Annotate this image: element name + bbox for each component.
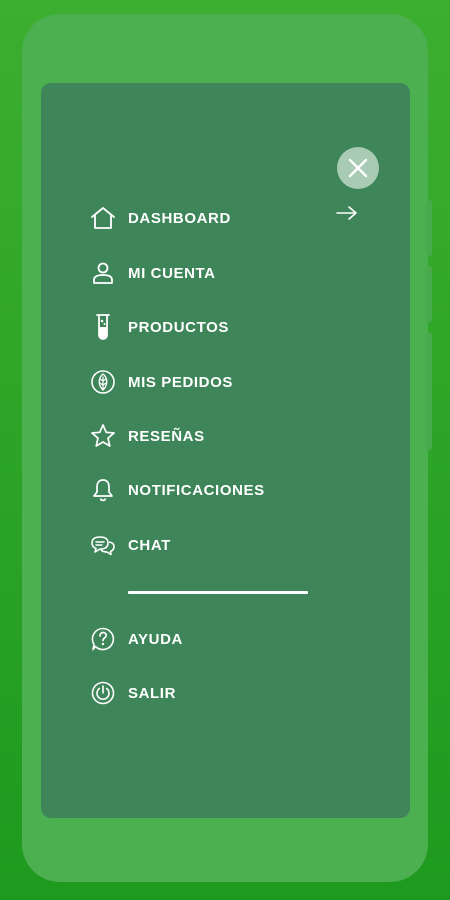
power-icon (89, 679, 117, 707)
user-icon (89, 259, 117, 287)
menu-item-label: CHAT (128, 536, 171, 554)
navigation-drawer: DASHBOARD MI CUENTA PRODUCTOS MIS PEDIDO… (41, 83, 410, 818)
menu-divider (128, 591, 308, 594)
help-icon (89, 625, 117, 653)
menu-item-mi-cuenta[interactable]: MI CUENTA (89, 258, 319, 288)
home-icon (89, 204, 117, 232)
chat-bubbles-icon (89, 531, 117, 559)
menu-item-productos[interactable]: PRODUCTOS (89, 312, 319, 342)
menu-item-chat[interactable]: CHAT (89, 530, 319, 560)
arrow-right-icon[interactable] (336, 205, 358, 221)
menu-item-label: AYUDA (128, 630, 183, 648)
phone-side-button (426, 332, 432, 450)
menu-item-dashboard[interactable]: DASHBOARD (89, 203, 319, 233)
menu-item-label: MIS PEDIDOS (128, 373, 233, 391)
menu-item-salir[interactable]: SALIR (89, 678, 319, 708)
phone-side-button (426, 266, 432, 322)
menu-item-ayuda[interactable]: AYUDA (89, 624, 319, 654)
menu-item-mis-pedidos[interactable]: MIS PEDIDOS (89, 367, 319, 397)
menu-item-notificaciones[interactable]: NOTIFICACIONES (89, 475, 319, 505)
menu-item-label: RESEÑAS (128, 427, 205, 445)
star-icon (89, 422, 117, 450)
menu-item-label: NOTIFICACIONES (128, 481, 265, 499)
menu-item-label: SALIR (128, 684, 176, 702)
menu-item-label: PRODUCTOS (128, 318, 229, 336)
menu-item-label: MI CUENTA (128, 264, 216, 282)
phone-side-button (426, 200, 432, 256)
close-button[interactable] (337, 147, 379, 189)
leaf-badge-icon (89, 368, 117, 396)
menu-item-label: DASHBOARD (128, 209, 231, 227)
bell-icon (89, 476, 117, 504)
test-tube-icon (89, 313, 117, 341)
menu-item-resenas[interactable]: RESEÑAS (89, 421, 319, 451)
close-icon (348, 158, 368, 178)
